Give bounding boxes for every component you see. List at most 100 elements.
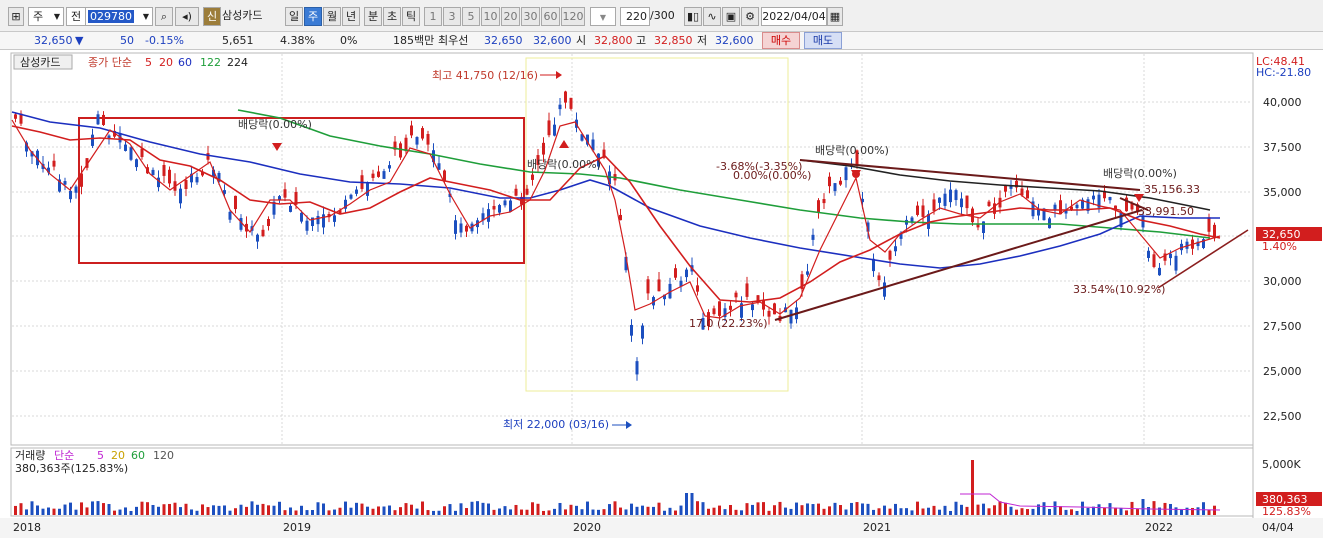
candle-body bbox=[943, 193, 947, 206]
turnover-percent: 4.38% bbox=[280, 34, 315, 47]
volume-bar bbox=[311, 510, 314, 515]
period-day-button[interactable]: 일 bbox=[285, 7, 303, 26]
candle-body bbox=[883, 282, 886, 297]
interval-20-button[interactable]: 20 bbox=[501, 7, 520, 26]
candle-body bbox=[1108, 196, 1112, 201]
candle-body bbox=[1075, 204, 1079, 209]
speaker-icon[interactable]: ◂) bbox=[175, 7, 199, 26]
stock-code-input[interactable]: 029780 ▼ bbox=[85, 7, 153, 26]
interval-5-button[interactable]: 5 bbox=[462, 7, 480, 26]
data-count-input[interactable]: 220 bbox=[620, 7, 650, 26]
interval-1-button[interactable]: 1 bbox=[424, 7, 442, 26]
volume-bar bbox=[52, 508, 56, 515]
stock-chart[interactable]: 삼성카드 종가 단순 5 20 60 122 224 최고 41,750 (12… bbox=[0, 50, 1323, 538]
period-second-button[interactable]: 초 bbox=[383, 7, 401, 26]
volume-bar bbox=[707, 508, 710, 515]
volume-bar bbox=[399, 507, 402, 515]
save-icon[interactable]: ▣ bbox=[722, 7, 740, 26]
period-week-button[interactable]: 주 bbox=[304, 7, 322, 26]
interval-60-button[interactable]: 60 bbox=[541, 7, 560, 26]
volume-bar bbox=[773, 505, 776, 515]
interval-10-button[interactable]: 10 bbox=[481, 7, 500, 26]
candle-body bbox=[140, 148, 144, 158]
ma20-legend: 20 bbox=[159, 56, 173, 69]
period-month-button[interactable]: 월 bbox=[323, 7, 341, 26]
interval-120-button[interactable]: 120 bbox=[561, 7, 585, 26]
candle-body bbox=[932, 199, 936, 211]
volume-bar bbox=[855, 502, 859, 515]
candle-body bbox=[366, 183, 369, 196]
dividend-label-4: 배당락(0.00%) bbox=[1103, 167, 1177, 180]
period-tick-button[interactable]: 틱 bbox=[402, 7, 420, 26]
volume-bar bbox=[767, 510, 771, 515]
ma5-legend: 5 bbox=[145, 56, 152, 69]
zero-percent: 0% bbox=[340, 34, 358, 47]
interval-30-button[interactable]: 30 bbox=[521, 7, 540, 26]
candle-body bbox=[503, 200, 507, 206]
volume-bar bbox=[338, 507, 342, 515]
calendar-icon[interactable]: ▦ bbox=[827, 7, 843, 26]
candle-body bbox=[465, 225, 468, 232]
candle-body bbox=[459, 223, 463, 233]
volume-bar bbox=[883, 505, 886, 515]
mode-select[interactable]: 주 ▼ bbox=[28, 7, 64, 26]
date-input[interactable]: 2022/04/04 bbox=[761, 7, 827, 26]
volume-bar bbox=[1202, 502, 1205, 515]
candle-body bbox=[14, 114, 17, 119]
volume-bar bbox=[861, 503, 864, 515]
volume-bar bbox=[25, 509, 28, 515]
trade-volume: 5,651 bbox=[222, 34, 254, 47]
down-arrow-icon: ▼ bbox=[75, 34, 84, 47]
volume-bar bbox=[421, 501, 424, 515]
candle-body bbox=[63, 181, 67, 185]
y-tick-37500: 37,500 bbox=[1263, 141, 1302, 154]
volume-bar bbox=[1048, 508, 1051, 515]
volume-bar bbox=[1147, 507, 1150, 515]
candle-body bbox=[52, 160, 56, 167]
chart-menu-icon[interactable]: ⊞ bbox=[8, 7, 24, 26]
volume-bar bbox=[1031, 508, 1035, 515]
sell-button[interactable]: 매도 bbox=[804, 32, 842, 49]
candle-type-icon[interactable]: ▮▯ bbox=[684, 7, 702, 26]
candle-body bbox=[767, 310, 771, 317]
volume-bar bbox=[157, 506, 160, 515]
buy-button[interactable]: 매수 bbox=[762, 32, 800, 49]
volume-y-tick: 5,000K bbox=[1262, 458, 1301, 471]
volume-bar bbox=[228, 510, 232, 515]
volume-bar bbox=[1152, 501, 1156, 515]
search-icon[interactable]: ⌕ bbox=[155, 7, 173, 26]
candle-body bbox=[817, 200, 820, 213]
volume-bar bbox=[492, 509, 496, 515]
candle-body bbox=[971, 208, 974, 223]
x-label-2021: 2021 bbox=[863, 521, 891, 534]
vol-ma120-legend: 120 bbox=[153, 449, 174, 462]
candle-body bbox=[888, 250, 892, 260]
volume-bar bbox=[289, 507, 292, 515]
period-year-button[interactable]: 년 bbox=[342, 7, 360, 26]
volume-bar bbox=[19, 503, 23, 515]
volume-bar bbox=[432, 510, 435, 515]
line-type-icon[interactable]: ∿ bbox=[703, 7, 721, 26]
interval-3-button[interactable]: 3 bbox=[443, 7, 461, 26]
candle-body bbox=[542, 142, 545, 155]
settings-gear-icon[interactable]: ⚙ bbox=[741, 7, 759, 26]
candle-body bbox=[74, 186, 78, 193]
candle-body bbox=[751, 304, 754, 311]
y-tick-40000: 40,000 bbox=[1263, 96, 1302, 109]
volume-bar bbox=[212, 505, 215, 515]
volume-title: 거래량 bbox=[15, 449, 45, 462]
custom-interval-select[interactable]: ▼ bbox=[590, 7, 616, 26]
volume-bar bbox=[1114, 507, 1117, 515]
volume-bar bbox=[256, 504, 259, 515]
shin-button[interactable]: 신 bbox=[203, 7, 221, 26]
period-minute-button[interactable]: 분 bbox=[364, 7, 382, 26]
volume-bar bbox=[982, 503, 985, 515]
candle-body bbox=[498, 205, 501, 213]
volume-bar bbox=[608, 504, 611, 515]
volume-bar bbox=[1081, 501, 1084, 515]
volume-bar bbox=[927, 507, 930, 515]
volume-bar bbox=[734, 509, 738, 515]
candle-body bbox=[646, 279, 650, 294]
volume-bar bbox=[454, 510, 457, 515]
candle-body bbox=[553, 124, 556, 136]
